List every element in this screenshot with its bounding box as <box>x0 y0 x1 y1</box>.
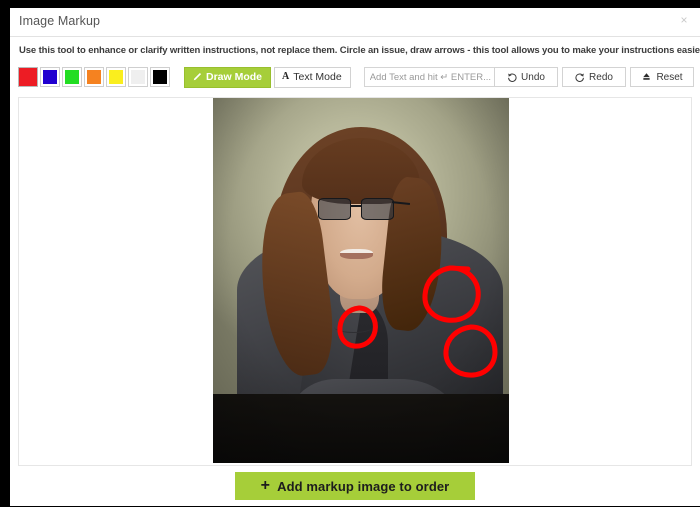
plus-icon: + <box>260 477 271 494</box>
add-markup-label: Add markup image to order <box>277 478 450 494</box>
page-title: Image Markup <box>19 14 101 28</box>
color-swatch-blue-fill <box>43 70 57 84</box>
color-swatch-white-fill <box>131 70 145 84</box>
reset-label: Reset <box>656 71 683 83</box>
color-swatch-orange[interactable] <box>84 67 104 87</box>
annotation-circle-collar <box>337 305 378 349</box>
letter-a-icon: A <box>282 71 290 82</box>
image-markup-modal: Image Markup × Use this tool to enhance … <box>10 8 700 506</box>
color-swatch-black[interactable] <box>150 67 170 87</box>
redo-label: Redo <box>589 71 613 83</box>
color-swatch-red-fill <box>19 68 37 86</box>
draw-mode-label: Draw Mode <box>206 71 263 83</box>
markup-image-canvas[interactable] <box>213 98 509 463</box>
color-swatch-blue[interactable] <box>40 67 60 87</box>
mode-button-group: Draw Mode A Text Mode <box>184 66 351 88</box>
pencil-icon <box>192 72 202 82</box>
annotation-circle-shoulder <box>422 265 481 323</box>
history-button-group: Undo Redo Reset <box>494 67 694 87</box>
add-markup-image-to-order-button[interactable]: + Add markup image to order <box>234 472 476 500</box>
eject-upload-icon <box>641 72 652 82</box>
instructions-text: Use this tool to enhance or clarify writ… <box>19 45 700 56</box>
color-swatch-black-fill <box>153 70 167 84</box>
annotation-layer <box>337 265 498 378</box>
color-swatch-white[interactable] <box>128 67 148 87</box>
redo-arrow-icon <box>575 72 585 82</box>
color-palette <box>18 67 170 87</box>
color-swatch-red[interactable] <box>18 67 38 87</box>
draw-mode-button[interactable]: Draw Mode <box>184 66 272 88</box>
redo-button[interactable]: Redo <box>562 67 626 87</box>
markup-toolbar: Draw Mode A Text Mode Undo <box>18 64 694 90</box>
reset-button[interactable]: Reset <box>630 67 694 87</box>
close-icon[interactable]: × <box>677 13 691 27</box>
text-mode-label: Text Mode <box>293 71 342 83</box>
annotation-circle-upper-sleeve <box>443 324 498 378</box>
undo-label: Undo <box>521 71 545 83</box>
undo-arrow-icon <box>507 72 517 82</box>
color-swatch-green-fill <box>65 70 79 84</box>
color-swatch-orange-fill <box>87 70 101 84</box>
color-swatch-green[interactable] <box>62 67 82 87</box>
modal-titlebar: Image Markup × <box>10 8 700 37</box>
color-swatch-yellow-fill <box>109 70 123 84</box>
undo-button[interactable]: Undo <box>494 67 558 87</box>
app-frame: Image Markup × Use this tool to enhance … <box>0 0 700 507</box>
markup-canvas-area[interactable] <box>18 97 692 466</box>
color-swatch-yellow[interactable] <box>106 67 126 87</box>
text-mode-button[interactable]: A Text Mode <box>274 66 351 88</box>
modal-footer: + Add markup image to order <box>10 466 700 506</box>
